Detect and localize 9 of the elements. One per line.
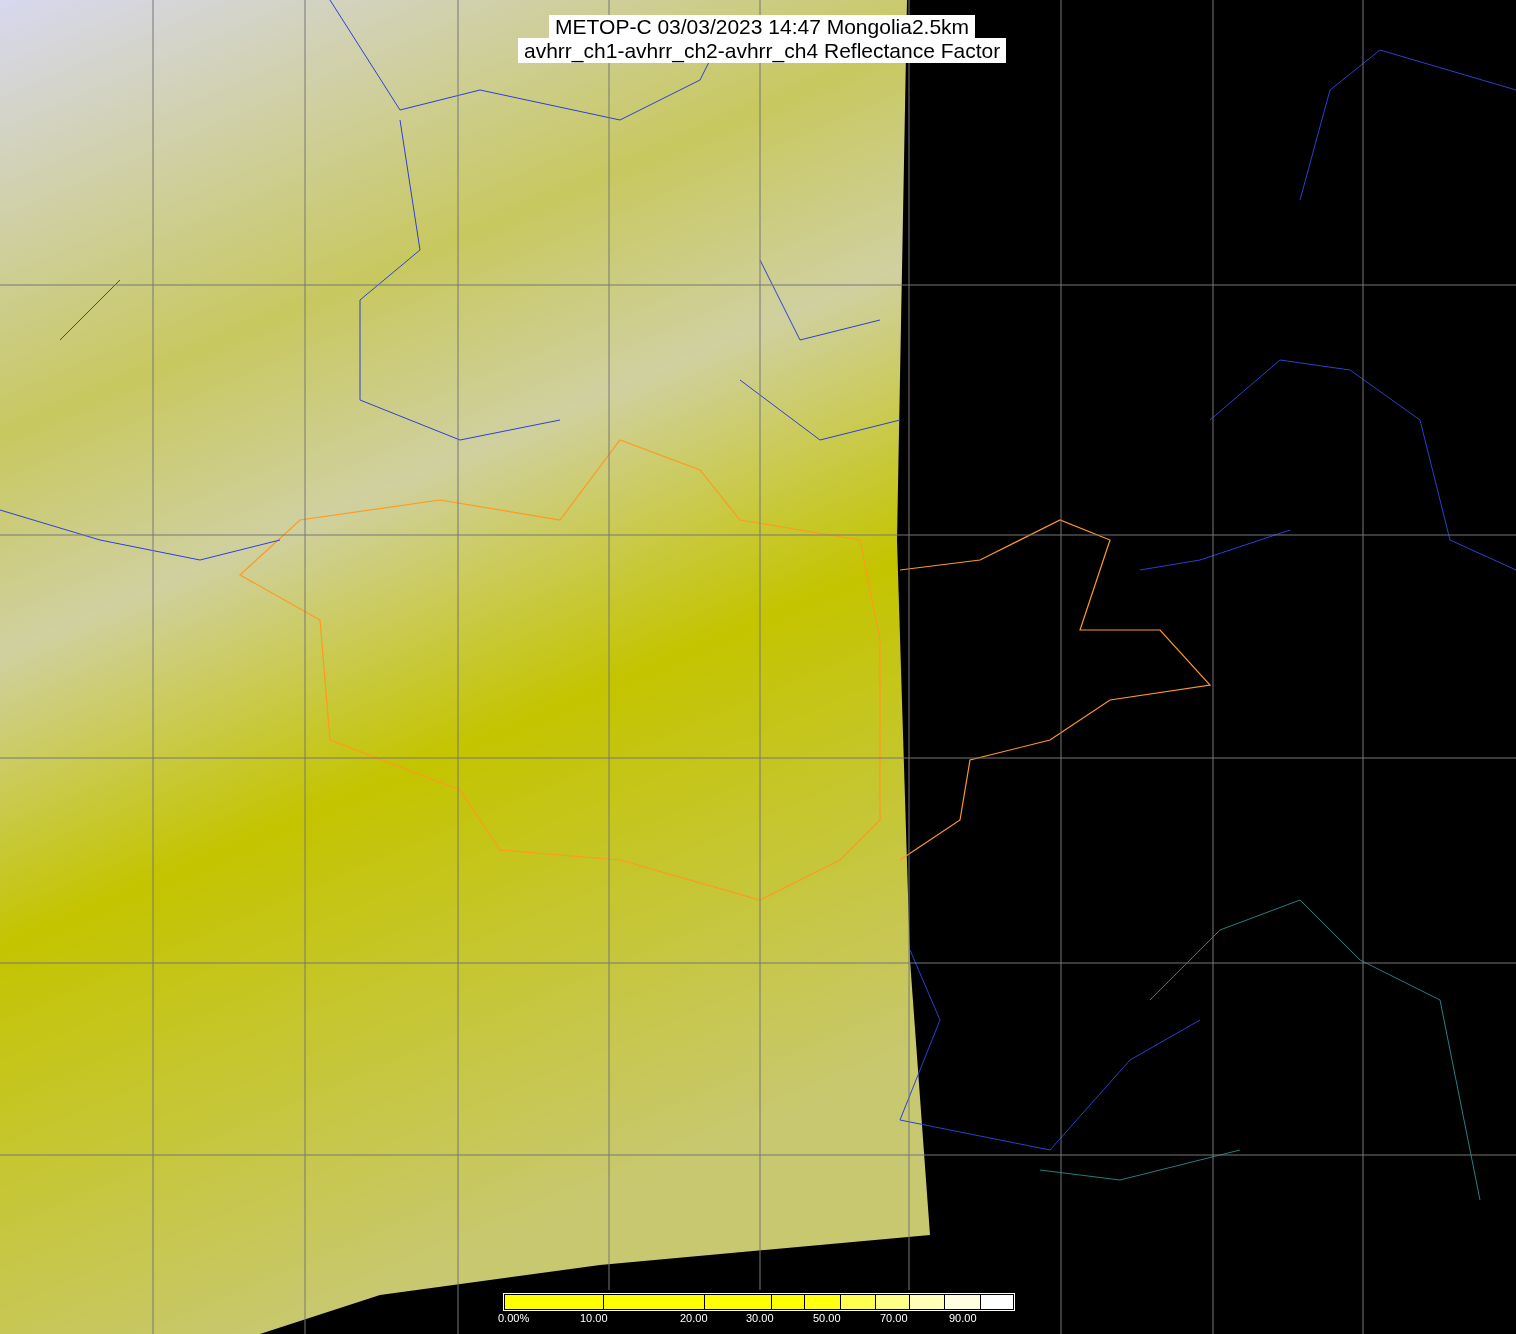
colorbar-tick-label: 90.00	[949, 1312, 977, 1325]
colorbar-tick-label: 50.00	[813, 1312, 841, 1325]
colorbar-tick-label: 30.00	[746, 1312, 774, 1325]
colorbar-tick-label: 0.00%	[498, 1312, 530, 1325]
colorbar-tick-label: 20.00	[680, 1312, 708, 1325]
map-title: METOP-C 03/03/2023 14:47 Mongolia2.5km	[549, 15, 976, 38]
map-subtitle: avhrr_ch1-avhrr_ch2-avhrr_ch4 Reflectance Factor	[518, 38, 1007, 63]
colorbar-tick-label: 10.00	[580, 1312, 608, 1325]
colorbar-tick-label: 70.00	[880, 1312, 908, 1325]
